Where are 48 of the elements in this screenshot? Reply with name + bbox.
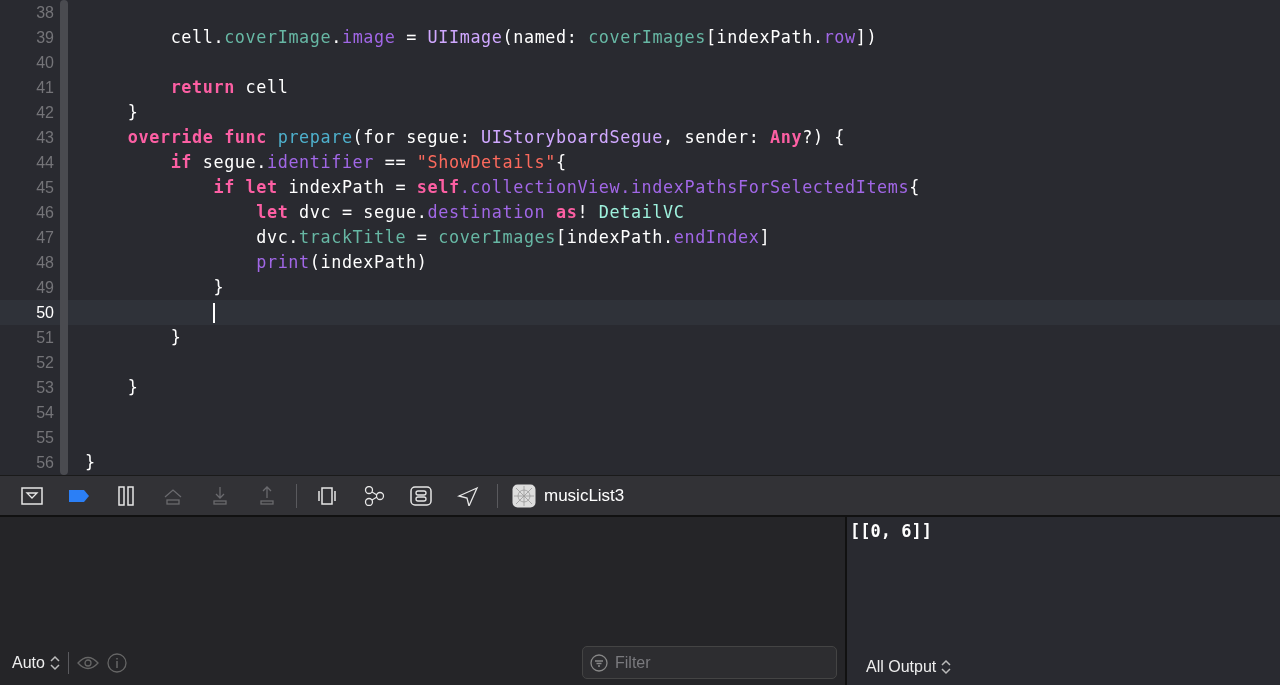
- nodes-icon: [362, 485, 385, 506]
- line-number: 39: [35, 27, 54, 48]
- line-number: 44: [35, 152, 54, 173]
- hide-panel-icon: [20, 485, 43, 506]
- line-number: 40: [35, 52, 54, 73]
- code-line: if let indexPath = self.collectionView.indexPathsForSelectedItems{: [212, 175, 920, 199]
- line-number: 52: [35, 352, 54, 373]
- line-number: 54: [35, 402, 54, 423]
- code-line: return cell: [169, 75, 289, 99]
- toggles-icon: [409, 485, 432, 506]
- line-number: 41: [35, 77, 54, 98]
- eye-icon[interactable]: [76, 655, 99, 670]
- code-line: }: [126, 375, 139, 399]
- target-name: musicList3: [544, 484, 625, 507]
- chevron-icon: [941, 659, 952, 675]
- console-output: [[0, 6]]: [850, 520, 932, 543]
- code-line: if segue.identifier == "ShowDetails"{: [169, 150, 567, 174]
- line-number: 46: [35, 202, 54, 223]
- line-number: 38: [35, 2, 54, 23]
- line-number: 56: [35, 452, 54, 473]
- line-number: 42: [35, 102, 54, 123]
- code-line: }: [169, 325, 182, 349]
- code-line: cell.coverImage.image = UIImage(named: coverImages[indexPath.row]): [169, 25, 878, 49]
- filter-field[interactable]: Filter: [582, 646, 837, 679]
- code-line: }: [212, 275, 225, 299]
- line-number: 53: [35, 377, 54, 398]
- code-line: let dvc = segue.destination as! DetailVC: [255, 200, 685, 224]
- text-cursor: [213, 302, 216, 323]
- code-line: }: [126, 100, 139, 124]
- line-number: 49: [35, 277, 54, 298]
- code-line: override func prepare(for segue: UIStoryboardSegue, sender: Any?) {: [126, 125, 846, 149]
- code-line: }: [85, 450, 96, 474]
- output-mode-dropdown[interactable]: All Output: [866, 655, 1280, 679]
- line-number: 47: [35, 227, 54, 248]
- layers-icon: [315, 485, 338, 506]
- line-number: 51: [35, 327, 54, 348]
- info-icon[interactable]: [106, 652, 127, 673]
- line-number: 48: [35, 252, 54, 273]
- line-number: 43: [35, 127, 54, 148]
- app-icon: [512, 483, 536, 508]
- line-number: 45: [35, 177, 54, 198]
- chevron-icon: [49, 654, 60, 671]
- code-line: dvc.trackTitle = coverImages[indexPath.endIndex]: [255, 225, 771, 249]
- code-line: print(indexPath): [255, 250, 428, 274]
- line-number: 50: [35, 302, 54, 323]
- line-number: 55: [35, 427, 54, 448]
- location-arrow-icon: [456, 485, 479, 506]
- scope-dropdown[interactable]: Auto: [12, 650, 60, 675]
